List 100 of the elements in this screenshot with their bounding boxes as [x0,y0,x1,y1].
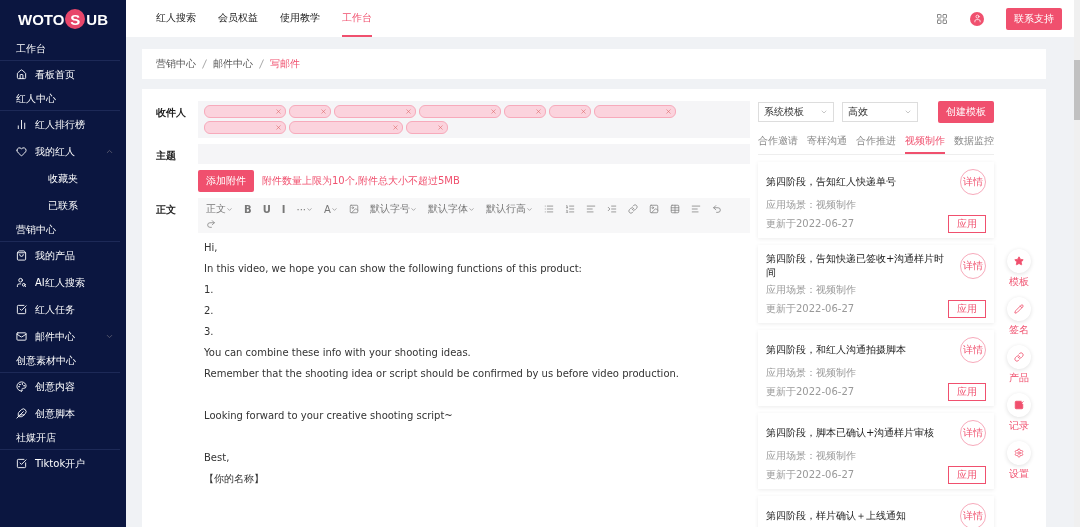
pencil-icon [1014,304,1024,314]
recipient-chip[interactable] [504,105,546,118]
sidebar-item[interactable]: 红人排行榜 [0,111,126,138]
tool-button[interactable] [1007,249,1031,273]
template-type-select[interactable]: 系统模板 [758,102,834,122]
tool-button[interactable] [1007,345,1031,369]
toolbar-dropdown[interactable]: 默认字体 [427,202,475,216]
breadcrumb-link[interactable]: 邮件中心 [213,57,253,71]
tool-button[interactable] [1007,441,1031,465]
toolbar-dropdown[interactable]: 正文 [206,202,233,216]
table-icon[interactable] [669,204,680,214]
sidebar-item[interactable]: 红人任务 [0,296,126,323]
toolbar-dropdown[interactable]: A [324,203,338,215]
nav-tab[interactable]: 会员权益 [218,0,258,37]
recipient-chip[interactable] [419,105,501,118]
close-icon[interactable] [275,124,282,131]
tool-button[interactable] [1007,393,1031,417]
toolbar-dropdown[interactable]: 默认字号 [369,202,417,216]
nav-tab[interactable]: 红人搜索 [156,0,196,37]
avatar[interactable] [970,11,984,26]
close-icon[interactable] [275,108,282,115]
template-title: 第四阶段，样片确认＋上线通知 [766,509,907,523]
sidebar-section-title: 创意素材中心 [0,350,120,373]
nav-tab[interactable]: 使用教学 [280,0,320,37]
recipient-chip[interactable] [334,105,416,118]
caret-icon [226,205,233,213]
recipient-chip[interactable] [406,121,448,134]
sidebar-item[interactable]: Tiktok开户 [0,450,126,477]
link-icon[interactable] [627,204,638,214]
create-template-button[interactable]: 创建模板 [938,101,994,123]
template-tab[interactable]: 合作邀请 [758,130,798,154]
recipient-chip[interactable] [289,105,331,118]
toolbar-dropdown[interactable]: ··· [296,203,314,215]
apply-button[interactable]: 应用 [948,383,986,401]
close-icon[interactable] [392,124,399,131]
sidebar-item[interactable]: AI红人搜索 [0,269,126,296]
close-icon[interactable] [580,108,587,115]
toolbar-button[interactable]: U [262,203,271,215]
sidebar-item[interactable]: 邮件中心 [0,323,126,350]
tool-label: 产品 [1009,371,1029,385]
indent-icon[interactable] [606,204,617,214]
recipient-chip[interactable] [289,121,403,134]
close-icon[interactable] [665,108,672,115]
body-text: 【你的名称】 [204,471,264,486]
grid-icon[interactable] [936,12,948,25]
recipients-field[interactable] [198,101,750,138]
template-title: 第四阶段，脚本已确认+沟通样片审核 [766,426,936,440]
image-icon[interactable] [348,204,359,214]
sidebar-item[interactable]: 创意内容 [0,373,126,400]
close-icon[interactable] [490,108,497,115]
numbered-list-icon[interactable] [564,204,575,214]
apply-button[interactable]: 应用 [948,466,986,484]
image-icon[interactable] [648,204,659,214]
close-icon[interactable] [437,124,444,131]
recipient-chip[interactable] [204,105,286,118]
template-tab[interactable]: 合作推进 [856,130,896,154]
template-title: 第四阶段，和红人沟通拍摄脚本 [766,343,907,357]
body-text: 1. [204,284,214,295]
sidebar-item[interactable]: 看板首页 [0,61,126,88]
toolbar-button[interactable]: B [244,203,252,215]
nav-tab[interactable]: 工作台 [342,0,372,37]
template-tab[interactable]: 视频制作 [905,130,945,154]
recipient-chip[interactable] [549,105,591,118]
template-tab[interactable]: 寄样沟通 [807,130,847,154]
toolbar-dropdown[interactable]: 默认行高 [485,202,533,216]
support-button[interactable]: 联系支持 [1006,7,1062,30]
close-icon[interactable] [320,108,327,115]
breadcrumb-link[interactable]: 写邮件 [270,57,300,71]
apply-button[interactable]: 应用 [948,300,986,318]
sidebar-subitem[interactable]: 已联系 [0,192,126,219]
template-updated: 更新于2022-06-27 [766,302,856,316]
sidebar-item[interactable]: 我的红人 [0,138,126,165]
template-scene: 应用场景：视频制作 [766,366,857,380]
sidebar-section-title: 工作台 [0,38,120,61]
toolbar-button[interactable]: I [281,203,286,215]
close-icon[interactable] [535,108,542,115]
tool-button[interactable] [1007,297,1031,321]
sidebar-subitem[interactable]: 收藏夹 [0,165,126,192]
star-icon [1014,256,1024,266]
settings-icon [1014,448,1024,458]
template-filter-select[interactable]: 高效 [842,102,918,122]
apply-button[interactable]: 应用 [948,215,986,233]
attach-button[interactable]: 添加附件 [198,170,254,192]
align-icon[interactable] [690,204,701,214]
undo-icon[interactable] [711,204,722,214]
body-text: 2. [204,305,214,316]
sidebar-item[interactable]: 创意脚本 [0,400,126,427]
home-icon [16,69,27,80]
recipient-chip[interactable] [594,105,676,118]
sidebar-item[interactable]: 我的产品 [0,242,126,269]
recipient-chip[interactable] [204,121,286,134]
breadcrumb-link[interactable]: 营销中心 [156,57,196,71]
bullet-list-icon[interactable] [543,204,554,214]
redo-icon[interactable] [206,219,216,229]
caret-icon [306,205,314,213]
scrollbar[interactable] [1074,0,1080,527]
close-icon[interactable] [405,108,412,115]
align-icon[interactable] [585,204,596,214]
template-tab[interactable]: 数据监控 [954,130,994,154]
template-scene: 应用场景：视频制作 [766,283,857,297]
